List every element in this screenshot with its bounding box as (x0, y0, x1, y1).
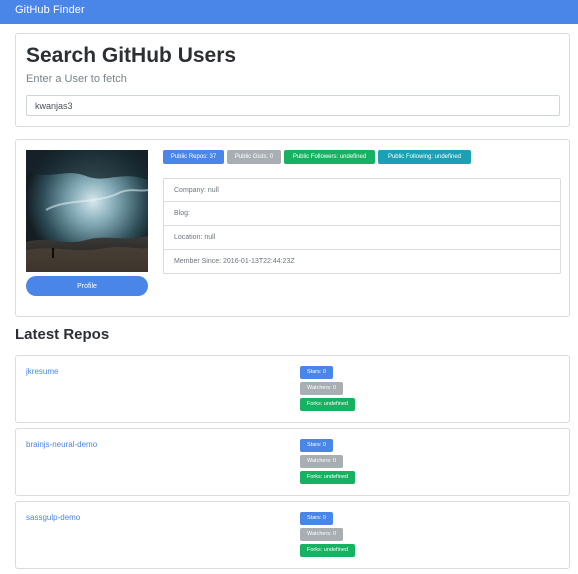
repo-card: sassgulp-demo Stars: 0 Watchers: 0 Forks… (15, 501, 570, 569)
repo-forks-badge: Forks: undefined (300, 398, 355, 411)
latest-repos-title: Latest Repos (15, 326, 110, 343)
profile-info-list: Company: null Blog: Location: null Membe… (163, 178, 561, 274)
repo-badges: Stars: 0 Watchers: 0 Forks: undefined (300, 512, 355, 560)
profile-card: Profile Public Repos: 37 Public Gists: 0… (15, 139, 570, 317)
search-input[interactable] (26, 95, 560, 116)
repo-watchers-badge: Watchers: 0 (300, 455, 344, 468)
search-card: Search GitHub Users Enter a User to fetc… (15, 33, 570, 127)
public-following-badge: Public Following: undefined (378, 150, 471, 164)
repo-link[interactable]: brainjs-neural-demo (26, 440, 97, 449)
repo-card: brainjs-neural-demo Stars: 0 Watchers: 0… (15, 428, 570, 496)
navbar-brand[interactable]: GitHub Finder (15, 4, 85, 16)
navbar: GitHub Finder (0, 0, 578, 24)
search-title: Search GitHub Users (26, 44, 237, 67)
location-info: Location: null (163, 226, 561, 250)
repo-stars-badge: Stars: 0 (300, 439, 333, 452)
blog-info: Blog: (163, 202, 561, 226)
repo-watchers-badge: Watchers: 0 (300, 382, 344, 395)
member-since-info: Member Since: 2016-01-13T22:44:23Z (163, 250, 561, 274)
repo-stars-badge: Stars: 0 (300, 512, 333, 525)
avatar (26, 150, 148, 272)
public-followers-badge: Public Followers: undefined (284, 150, 375, 164)
public-gists-badge: Public Gists: 0 (227, 150, 281, 164)
profile-button[interactable]: Profile (26, 276, 148, 296)
repo-stars-badge: Stars: 0 (300, 366, 333, 379)
search-subtitle: Enter a User to fetch (26, 73, 127, 85)
repo-badges: Stars: 0 Watchers: 0 Forks: undefined (300, 439, 355, 487)
repo-card: jkresume Stars: 0 Watchers: 0 Forks: und… (15, 355, 570, 423)
repo-link[interactable]: sassgulp-demo (26, 513, 80, 522)
public-repos-badge: Public Repos: 37 (163, 150, 224, 164)
repo-watchers-badge: Watchers: 0 (300, 528, 344, 541)
company-info: Company: null (163, 178, 561, 202)
repo-badges: Stars: 0 Watchers: 0 Forks: undefined (300, 366, 355, 414)
repo-link[interactable]: jkresume (26, 367, 58, 376)
repo-forks-badge: Forks: undefined (300, 471, 355, 484)
repo-forks-badge: Forks: undefined (300, 544, 355, 557)
